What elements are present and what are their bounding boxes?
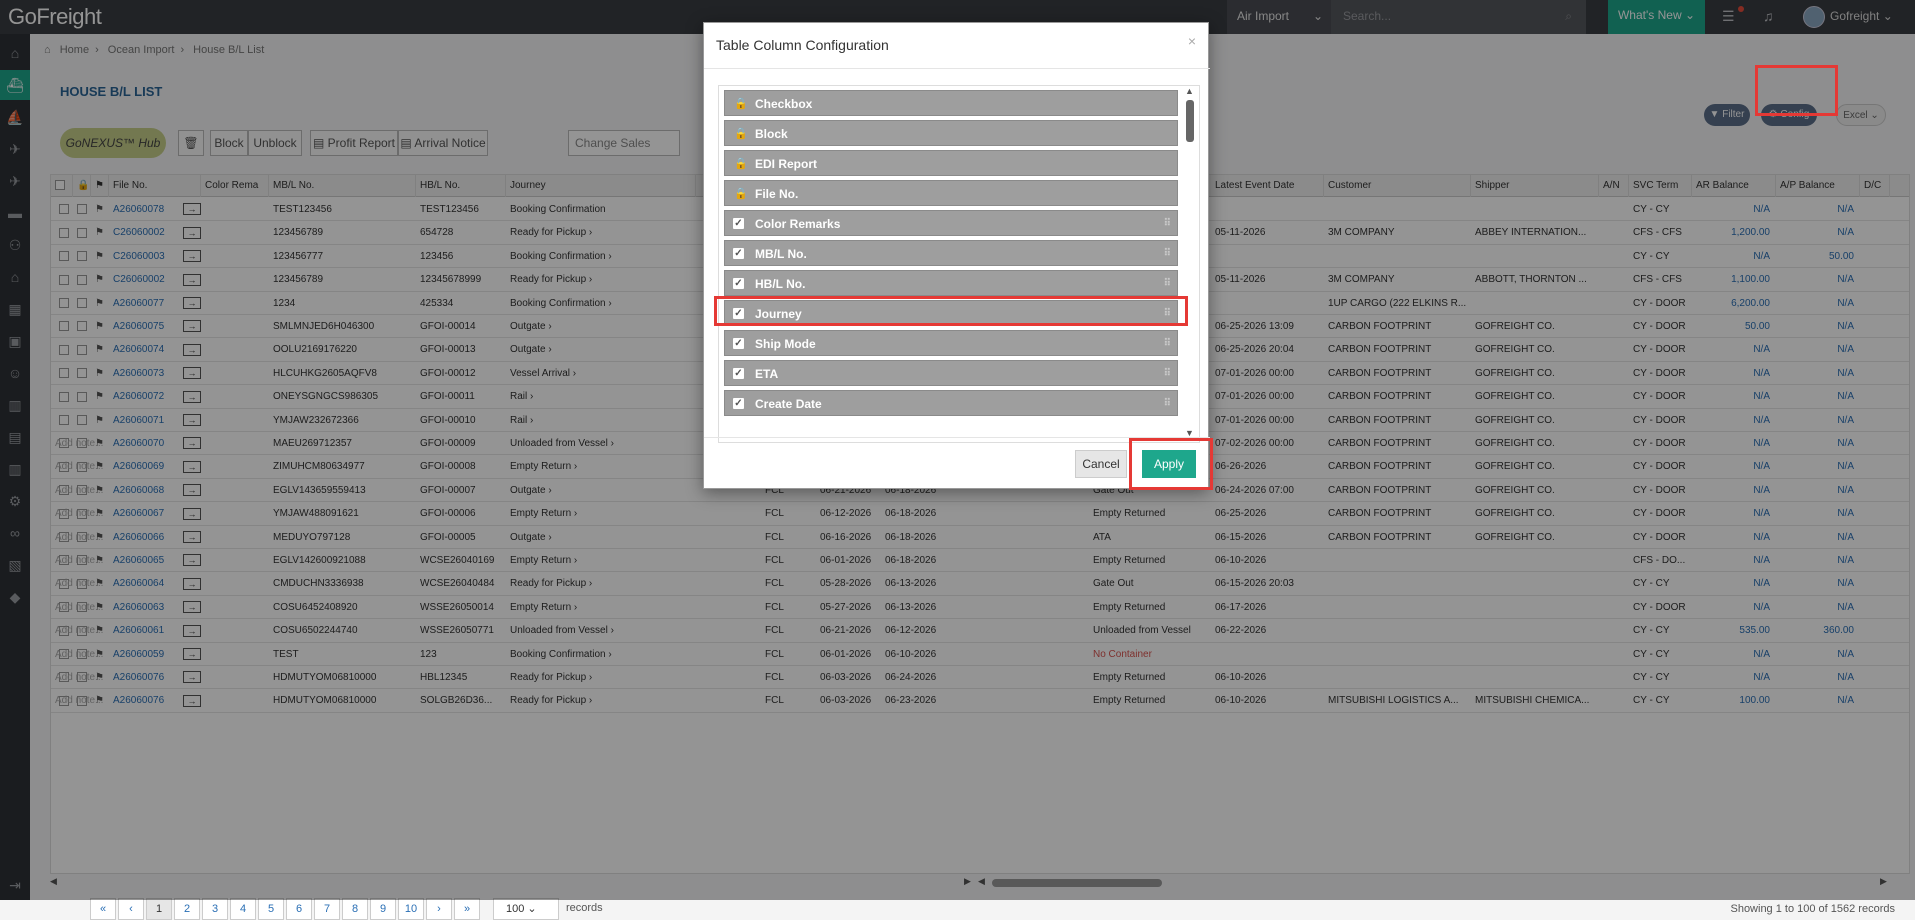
page-button[interactable]: 10 — [398, 898, 424, 920]
column-label: Ship Mode — [755, 337, 816, 351]
page-button[interactable]: 6 — [286, 898, 312, 920]
column-label: ETA — [755, 367, 779, 381]
page-button[interactable]: 2 — [174, 898, 200, 920]
drag-handle-icon[interactable]: ⠿ — [1164, 391, 1171, 417]
page-button[interactable]: ‹ — [118, 898, 144, 920]
column-checkbox[interactable]: ✓ — [733, 398, 744, 409]
modal-title: Table Column Configuration — [716, 37, 889, 53]
highlight-journey — [714, 296, 1188, 326]
vertical-scrollbar[interactable]: ▲ ▼ — [1182, 86, 1199, 442]
showing-records: Showing 1 to 100 of 1562 records — [1730, 903, 1895, 915]
column-item[interactable]: 🔒 Checkbox — [724, 90, 1178, 116]
column-item[interactable]: ✓ ⠿ ETA — [724, 360, 1178, 386]
column-label: HB/L No. — [755, 277, 806, 291]
column-item[interactable]: 🔒 EDI Report — [724, 150, 1178, 176]
column-list: 🔒 Checkbox 🔒 Block 🔒 EDI Report 🔒 File No. ✓ ⠿ Col… — [718, 85, 1200, 443]
page-size-value: 100 — [506, 903, 525, 915]
column-checkbox[interactable]: ✓ — [733, 218, 744, 229]
page-button[interactable]: » — [454, 898, 480, 920]
records-label: records — [566, 902, 603, 914]
column-label: MB/L No. — [755, 247, 807, 261]
lock-icon: 🔒 — [734, 188, 748, 200]
page-button[interactable]: 8 — [342, 898, 368, 920]
column-item[interactable]: ✓ ⠿ MB/L No. — [724, 240, 1178, 266]
drag-handle-icon[interactable]: ⠿ — [1164, 271, 1171, 297]
column-item[interactable]: ✓ ⠿ Color Remarks — [724, 210, 1178, 236]
highlight-apply — [1129, 438, 1213, 490]
lock-icon: 🔒 — [734, 128, 748, 140]
column-label: Color Remarks — [755, 217, 841, 231]
drag-handle-icon[interactable]: ⠿ — [1164, 211, 1171, 237]
page-button[interactable]: › — [426, 898, 452, 920]
scroll-up-icon[interactable]: ▲ — [1185, 86, 1194, 96]
column-item[interactable]: ✓ ⠿ HB/L No. — [724, 270, 1178, 296]
page-button[interactable]: 3 — [202, 898, 228, 920]
column-label: File No. — [755, 187, 799, 201]
page-button[interactable]: 4 — [230, 898, 256, 920]
highlight-config — [1755, 65, 1838, 116]
page-button[interactable]: « — [90, 898, 116, 920]
page-button[interactable]: 7 — [314, 898, 340, 920]
cancel-button[interactable]: Cancel — [1075, 450, 1127, 478]
lock-icon: 🔒 — [734, 158, 748, 170]
page-size-select[interactable]: 100 ⌄ — [493, 898, 559, 920]
scrollbar-thumb[interactable] — [1186, 100, 1194, 142]
table-column-config-modal: Table Column Configuration × 🔒 Checkbox 🔒 B… — [703, 22, 1213, 490]
column-label: Create Date — [755, 397, 822, 411]
column-checkbox[interactable]: ✓ — [733, 278, 744, 289]
column-item[interactable]: ✓ ⠿ Ship Mode — [724, 330, 1178, 356]
close-icon[interactable]: × — [1188, 33, 1196, 49]
page-button[interactable]: 1 — [146, 898, 172, 920]
drag-handle-icon[interactable]: ⠿ — [1164, 331, 1171, 357]
column-label: Checkbox — [755, 97, 813, 111]
column-checkbox[interactable]: ✓ — [733, 338, 744, 349]
drag-handle-icon[interactable]: ⠿ — [1164, 361, 1171, 387]
column-item[interactable]: 🔒 Block — [724, 120, 1178, 146]
drag-handle-icon[interactable]: ⠿ — [1164, 241, 1171, 267]
page-button[interactable]: 5 — [258, 898, 284, 920]
column-label: EDI Report — [755, 157, 818, 171]
column-label: Block — [755, 127, 788, 141]
column-item[interactable]: 🔒 File No. — [724, 180, 1178, 206]
page-button[interactable]: 9 — [370, 898, 396, 920]
column-checkbox[interactable]: ✓ — [733, 248, 744, 259]
column-checkbox[interactable]: ✓ — [733, 368, 744, 379]
lock-icon: 🔒 — [734, 98, 748, 110]
column-item[interactable]: ✓ ⠿ Create Date — [724, 390, 1178, 416]
